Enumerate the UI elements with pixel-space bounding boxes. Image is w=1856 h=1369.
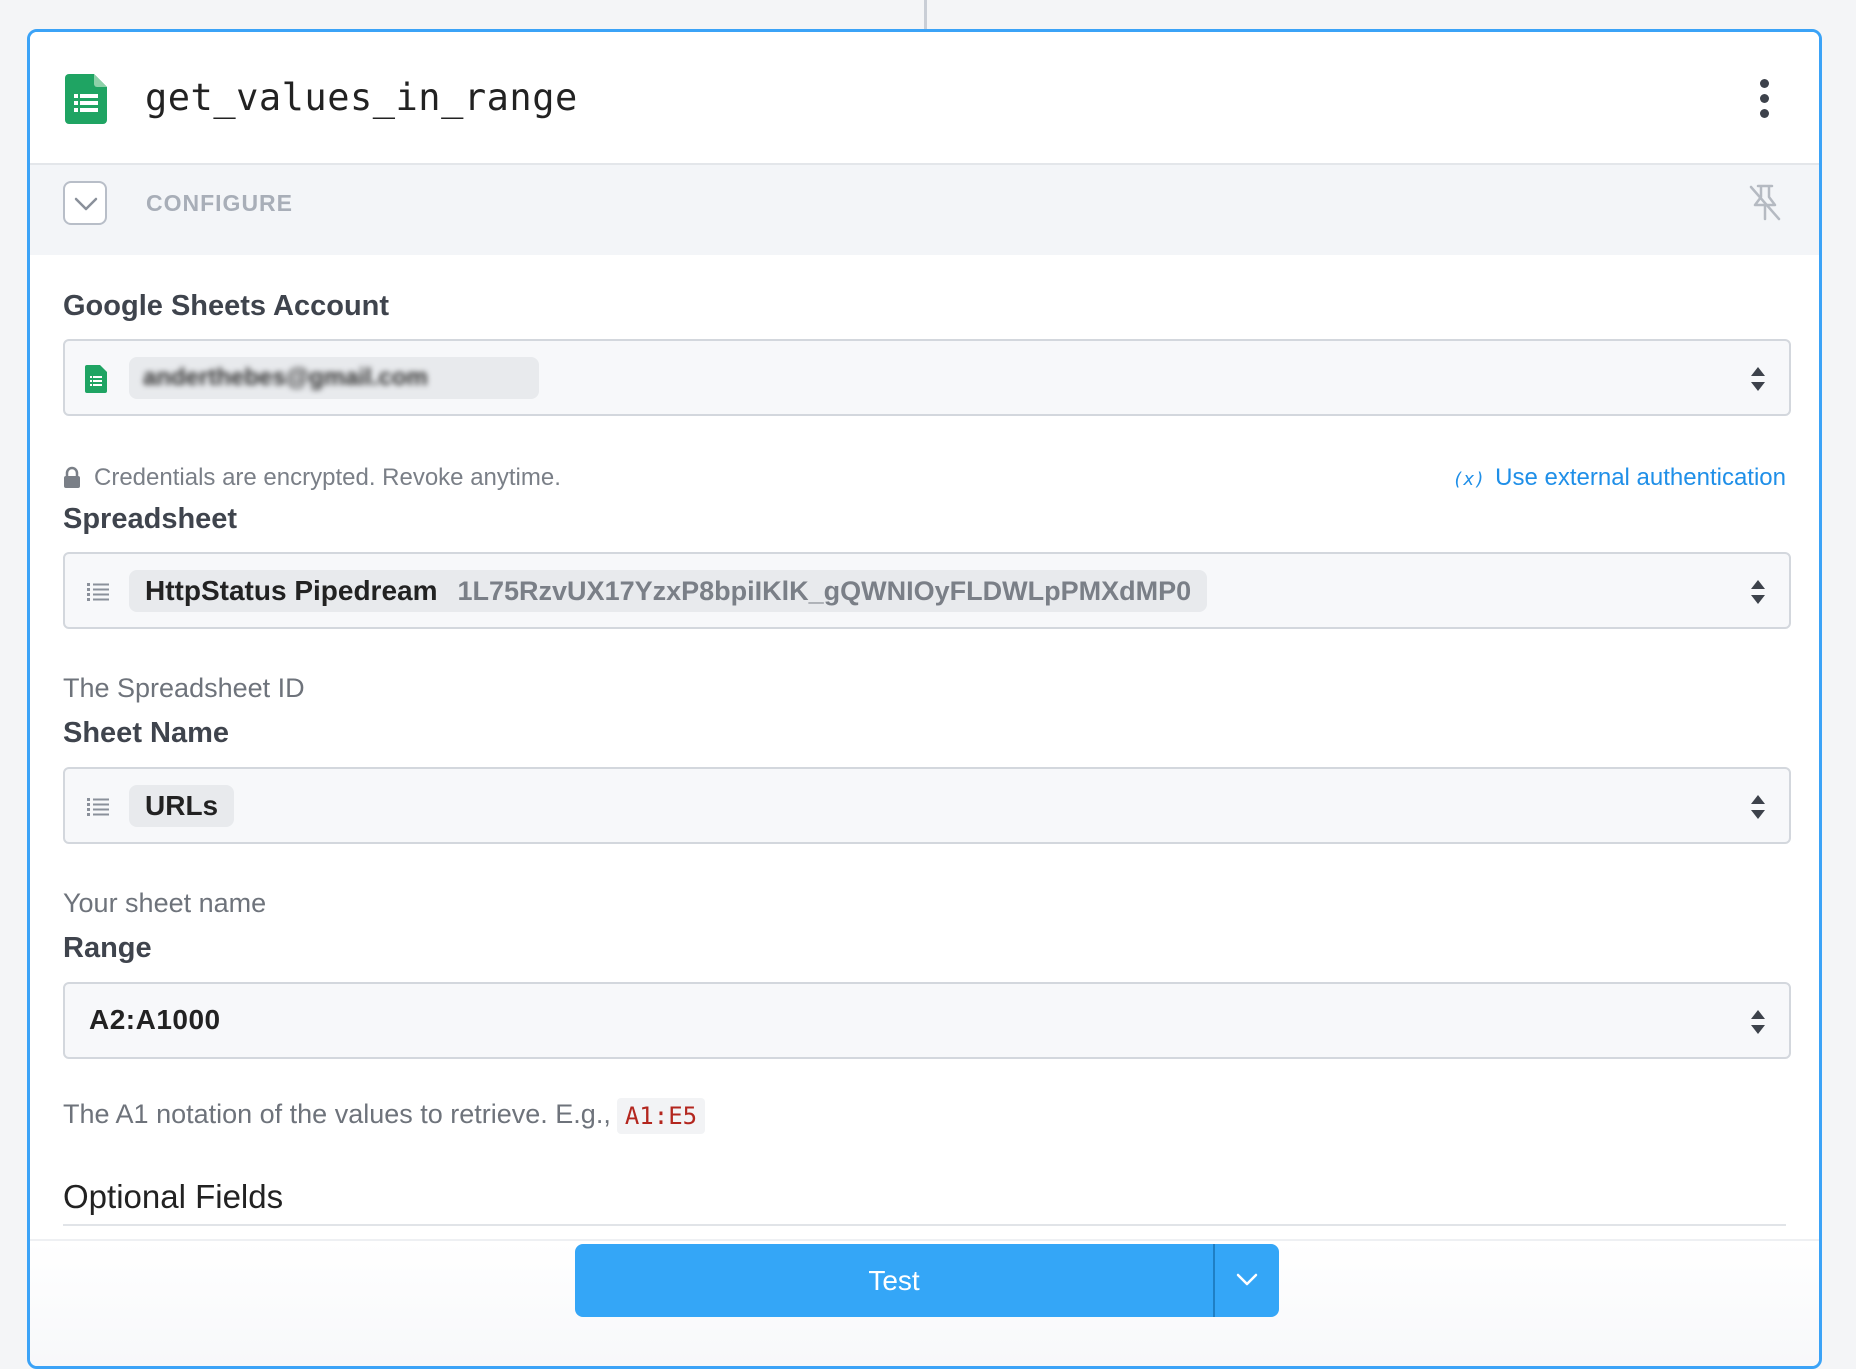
select-caret-icon	[1751, 367, 1765, 391]
credentials-row: Credentials are encrypted. Revoke anytim…	[63, 464, 1786, 494]
configure-label: CONFIGURE	[146, 190, 293, 216]
select-caret-icon	[1751, 580, 1765, 604]
optional-fields-title[interactable]: Optional Fields	[63, 1178, 283, 1216]
test-options-button[interactable]	[1215, 1244, 1279, 1317]
lock-icon	[64, 466, 80, 488]
account-label: Google Sheets Account	[63, 290, 390, 322]
spreadsheet-id: 1L75RzvUX17YzxP8bpiIKlK_gQWNIOyFLDWLpPMX…	[457, 576, 1192, 606]
sheet-name-hint: Your sheet name	[63, 888, 267, 918]
flow-connector	[924, 0, 927, 30]
optional-fields-divider	[63, 1224, 1786, 1226]
list-icon	[87, 583, 109, 601]
range-input[interactable]: A2:A1000	[63, 982, 1791, 1059]
step-header: get_values_in_range	[30, 32, 1819, 165]
select-caret-icon	[1751, 1010, 1765, 1034]
range-hint-text: The A1 notation of the values to retriev…	[63, 1099, 611, 1130]
sheet-name-value-chip: URLs	[129, 785, 235, 827]
list-icon	[87, 798, 109, 816]
sheet-name-value: URLs	[145, 790, 219, 821]
test-button[interactable]: Test	[575, 1244, 1213, 1317]
variable-icon: (x)	[1452, 469, 1486, 490]
account-value-chip: anderthebes@gmail.com	[129, 357, 539, 399]
account-value: anderthebes@gmail.com	[143, 364, 428, 391]
kebab-menu-icon[interactable]	[1755, 72, 1775, 124]
google-sheets-icon	[85, 365, 107, 393]
configure-section-header[interactable]	[30, 165, 1819, 255]
spreadsheet-name: HttpStatus Pipedream	[145, 575, 438, 606]
spreadsheet-select[interactable]: HttpStatus Pipedream 1L75RzvUX17YzxP8bpiI…	[63, 552, 1791, 629]
unpin-icon[interactable]	[1747, 183, 1783, 223]
credentials-note: Credentials are encrypted. Revoke anytim…	[94, 464, 561, 491]
step-card: get_values_in_range CONFIGURE Google She…	[27, 29, 1822, 1369]
range-label: Range	[63, 932, 152, 964]
chevron-down-icon	[1236, 1273, 1258, 1286]
google-sheets-icon	[65, 74, 107, 124]
spreadsheet-value-chip: HttpStatus Pipedream 1L75RzvUX17YzxP8bpiI…	[129, 570, 1208, 612]
sheet-name-select[interactable]: URLs	[63, 767, 1791, 844]
chevron-down-icon	[74, 197, 98, 211]
button-split-divider	[1213, 1244, 1215, 1317]
collapse-configure-button[interactable]	[63, 181, 107, 225]
external-auth-label: Use external authentication	[1495, 464, 1786, 491]
select-caret-icon	[1751, 795, 1765, 819]
spreadsheet-hint: The Spreadsheet ID	[63, 673, 305, 703]
range-hint: The A1 notation of the values to retriev…	[63, 1098, 706, 1134]
external-auth-link[interactable]: (x) Use external authentication	[1453, 464, 1786, 492]
spreadsheet-label: Spreadsheet	[63, 503, 238, 535]
sheet-name-label: Sheet Name	[63, 717, 230, 749]
account-select[interactable]: anderthebes@gmail.com	[63, 339, 1791, 416]
step-title[interactable]: get_values_in_range	[145, 72, 578, 124]
range-value: A2:A1000	[89, 1004, 221, 1035]
range-example: A1:E5	[616, 1098, 706, 1134]
